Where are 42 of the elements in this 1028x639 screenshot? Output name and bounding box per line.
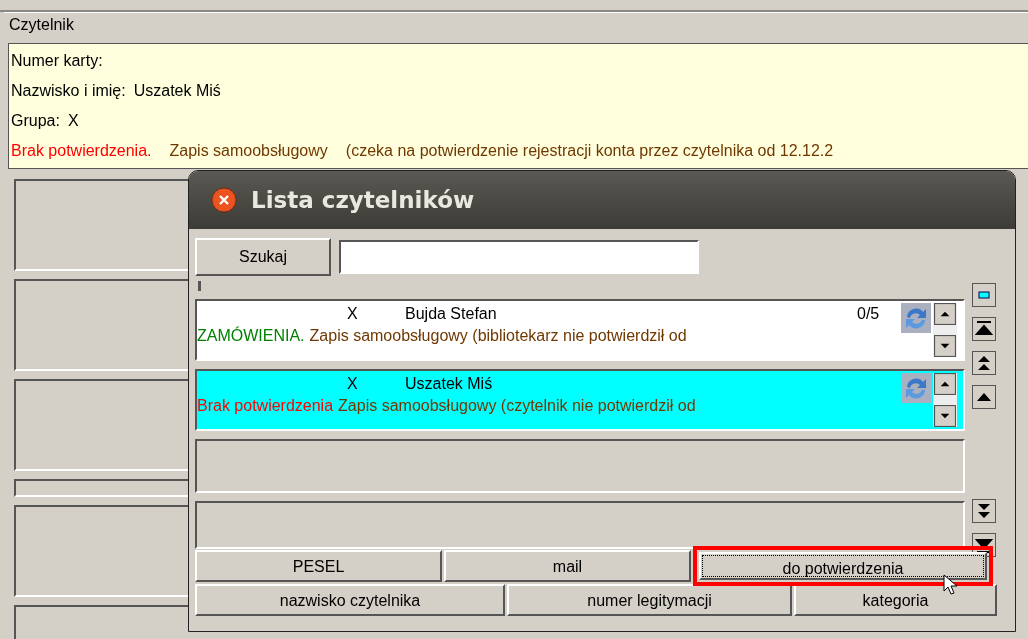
first-icon[interactable]: [971, 317, 997, 341]
group-text: X: [347, 305, 358, 323]
scroll-down-icon[interactable]: [933, 335, 957, 357]
reader-row[interactable]: X Uszatek Miś Brak potwierdzenia Zapis samoobsługowy (czytelnik nie potwierdził od: [195, 369, 965, 431]
field-label: Numer karty:: [11, 52, 103, 70]
status-text: Zapis samoobsługowy (czytelnik nie potwierdził od: [338, 397, 696, 415]
status-text: Zapis samoobsługowy: [169, 142, 328, 160]
group-text: X: [347, 375, 358, 393]
sort-button[interactable]: kategoria: [794, 584, 997, 616]
window-title: Lista czytelników: [251, 187, 475, 213]
status-text: Zapis samoobsługowy (bibliotekarz nie potwierdził od: [309, 327, 687, 345]
reader-name: Uszatek Miś: [405, 375, 493, 393]
search-button[interactable]: Szukaj: [195, 238, 331, 276]
minimize-icon[interactable]: [971, 283, 997, 307]
search-field[interactable]: [339, 240, 699, 274]
status-text: Brak potwierdzenia.: [11, 142, 152, 160]
field-label: Nazwisko i imię:: [11, 82, 126, 100]
field-label: Grupa:: [11, 112, 60, 130]
status-text: ZAMÓWIENIA.: [197, 327, 305, 345]
status-text: (czeka na potwierdzenie rejestracji konta przez czytelnika od 12.12.2: [345, 142, 834, 160]
close-icon[interactable]: [211, 187, 237, 213]
sort-button[interactable]: do potwierdzenia: [699, 552, 987, 580]
row-scrollbar[interactable]: [933, 373, 957, 427]
cursor-icon: [943, 574, 959, 596]
scroll-up-icon[interactable]: [933, 373, 957, 395]
sort-button[interactable]: mail: [444, 550, 691, 582]
reader-row[interactable]: X Bujda Stefan 0/5 ZAMÓWIENIA. Zapis samoobsługowy (bibliotekarz nie potwierdził od: [195, 299, 965, 361]
status-text: Brak potwierdzenia: [197, 397, 334, 415]
page-up-icon[interactable]: [971, 351, 997, 375]
sort-button[interactable]: nazwisko czytelnika: [195, 584, 505, 616]
field-value: Uszatek Miś: [133, 82, 221, 100]
page-down-icon[interactable]: [971, 499, 997, 523]
reader-name: Bujda Stefan: [405, 305, 497, 323]
row-scrollbar[interactable]: [933, 303, 957, 357]
loan-count: 0/5: [857, 305, 880, 323]
scroll-down-icon[interactable]: [933, 405, 957, 427]
up-icon[interactable]: [971, 385, 997, 409]
scroll-up-icon[interactable]: [933, 303, 957, 325]
sort-button[interactable]: numer legitymacji: [507, 584, 792, 616]
field-value: X: [67, 112, 79, 130]
sort-button[interactable]: PESEL: [195, 550, 442, 582]
group-title: Czytelnik: [8, 15, 75, 35]
